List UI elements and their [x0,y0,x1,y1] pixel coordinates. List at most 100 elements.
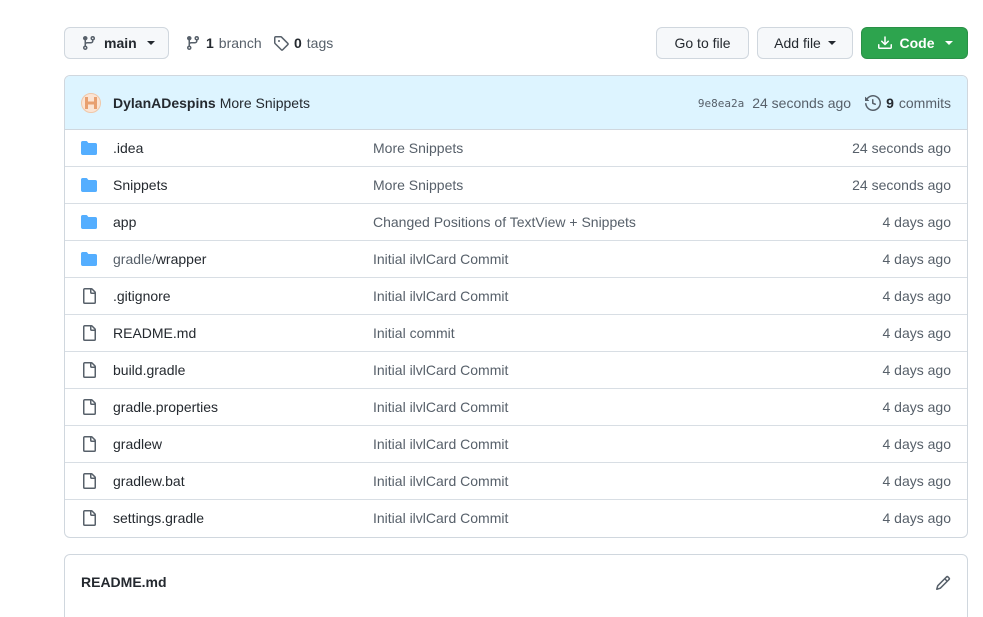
file-row[interactable]: gradle/wrapper Initial ilvlCard Commit 4 d… [65,240,967,277]
commit-meta: 9e8ea2a 24 seconds ago 9 commits [698,76,951,130]
commits-history-link[interactable]: 9 commits [865,95,951,111]
latest-commit-bar: DylanADespins More Snippets 9e8ea2a 24 s… [65,76,967,130]
go-to-file-label: Go to file [674,35,731,51]
file-row[interactable]: settings.gradle Initial ilvlCard Commit 4 … [65,499,967,536]
file-list: .idea More Snippets 24 seconds ago Snippets… [65,130,967,536]
file-icon-wrap [81,362,99,378]
download-icon [877,36,892,49]
file-icon [83,288,96,304]
file-row[interactable]: .gitignore Initial ilvlCard Commit 4 days … [65,277,967,314]
commits-count: 9 [886,95,894,111]
file-row[interactable]: build.gradle Initial ilvlCard Commit 4 day… [65,351,967,388]
folder-icon [81,252,97,266]
folder-icon [81,141,97,155]
file-icon [83,362,96,378]
file-name: app [113,214,137,230]
commits-label: commits [898,95,951,111]
file-name-link[interactable]: gradle/wrapper [113,251,206,267]
file-commit-message-link[interactable]: Initial commit [373,325,455,341]
add-file-button[interactable]: Add file [757,27,853,59]
file-name: .idea [113,140,144,156]
file-icon [83,325,96,341]
readme-title[interactable]: README.md [81,574,167,590]
file-name: gradlew.bat [113,473,185,489]
git-branch-icon [82,36,95,51]
file-commit-age: 4 days ago [882,362,952,378]
identicon-icon [85,96,97,109]
file-commit-message-link[interactable]: More Snippets [373,177,463,193]
file-name-link[interactable]: .idea [113,140,143,156]
branches-label: branch [218,35,262,51]
file-commit-age: 4 days ago [882,288,952,304]
file-commit-age: 4 days ago [882,473,952,489]
file-commit-message-link[interactable]: Initial ilvlCard Commit [373,436,508,452]
file-icon-wrap [81,436,99,452]
file-name: .gitignore [113,288,171,304]
file-commit-message-link[interactable]: Initial ilvlCard Commit [373,473,508,489]
file-icon [83,473,96,489]
file-commit-message-link[interactable]: Initial ilvlCard Commit [373,251,508,267]
file-commit-age: 4 days ago [882,510,952,526]
commit-message-link[interactable]: More Snippets [220,95,310,111]
file-commit-age: 4 days ago [882,436,952,452]
file-commit-age: 24 seconds ago [852,177,951,193]
file-commit-message-link[interactable]: Initial ilvlCard Commit [373,399,508,415]
file-name-link[interactable]: build.gradle [113,362,185,378]
file-commit-message-link[interactable]: Initial ilvlCard Commit [373,362,508,378]
file-icon-wrap [81,325,99,341]
avatar[interactable] [81,92,101,113]
commit-author-link[interactable]: DylanADespins [113,95,216,111]
branch-select-button[interactable]: main [64,27,169,59]
file-name-link[interactable]: app [113,214,136,230]
branches-link[interactable]: 1 branch [185,27,262,59]
file-row[interactable]: app Changed Positions of TextView + Snipp… [65,203,967,240]
file-commit-message-link[interactable]: Changed Positions of TextView + Snippets [373,214,636,230]
file-row[interactable]: README.md Initial commit 4 days ago [65,314,967,351]
file-commit-age: 24 seconds ago [852,140,951,156]
file-name-link[interactable]: Snippets [113,177,167,193]
file-icon-wrap [81,510,99,526]
readme-panel: README.md [64,554,968,617]
file-browser: DylanADespins More Snippets 9e8ea2a 24 s… [64,75,968,538]
file-name: README.md [113,325,197,341]
tags-label: tags [306,35,334,51]
file-row[interactable]: gradle.properties Initial ilvlCard Commit… [65,388,967,425]
file-icon [83,399,96,415]
file-row[interactable]: Snippets More Snippets 24 seconds ago [65,166,967,203]
file-icon-wrap [81,288,99,304]
folder-icon-wrap [81,251,99,267]
file-commit-message-link[interactable]: More Snippets [373,140,463,156]
commit-sha-link[interactable]: 9e8ea2a [698,97,744,110]
caret-down-icon [944,41,953,45]
branch-name: main [104,35,137,51]
code-button[interactable]: Code [861,27,968,59]
git-branch-icon [186,36,199,51]
branches-count: 1 [206,35,214,51]
file-name-link[interactable]: README.md [113,325,196,341]
file-name-link[interactable]: gradlew [113,436,162,452]
file-row[interactable]: .idea More Snippets 24 seconds ago [65,130,967,166]
file-name-link[interactable]: gradle.properties [113,399,218,415]
tags-link[interactable]: 0 tags [273,27,333,59]
folder-icon-wrap [81,214,99,230]
tag-icon [274,36,289,51]
folder-icon [81,215,97,229]
file-commit-message-link[interactable]: Initial ilvlCard Commit [373,288,508,304]
file-name-link[interactable]: settings.gradle [113,510,204,526]
code-label: Code [899,35,935,51]
folder-icon-wrap [81,140,99,156]
file-icon-wrap [81,473,99,489]
file-name-link[interactable]: .gitignore [113,288,171,304]
commit-age: 24 seconds ago [752,95,852,111]
file-commit-message-link[interactable]: Initial ilvlCard Commit [373,510,508,526]
repo-toolbar: main 1 branch 0 tags Go to file Add file… [64,27,968,59]
file-name-link[interactable]: gradlew.bat [113,473,185,489]
file-row[interactable]: gradlew Initial ilvlCard Commit 4 days ago [65,425,967,462]
add-file-label: Add file [774,35,821,51]
go-to-file-button[interactable]: Go to file [656,27,749,59]
file-name: build.gradle [113,362,186,378]
file-row[interactable]: gradlew.bat Initial ilvlCard Commit 4 days… [65,462,967,499]
caret-down-icon [827,41,836,45]
file-name: wrapper [155,251,207,267]
pencil-icon[interactable] [935,575,951,591]
